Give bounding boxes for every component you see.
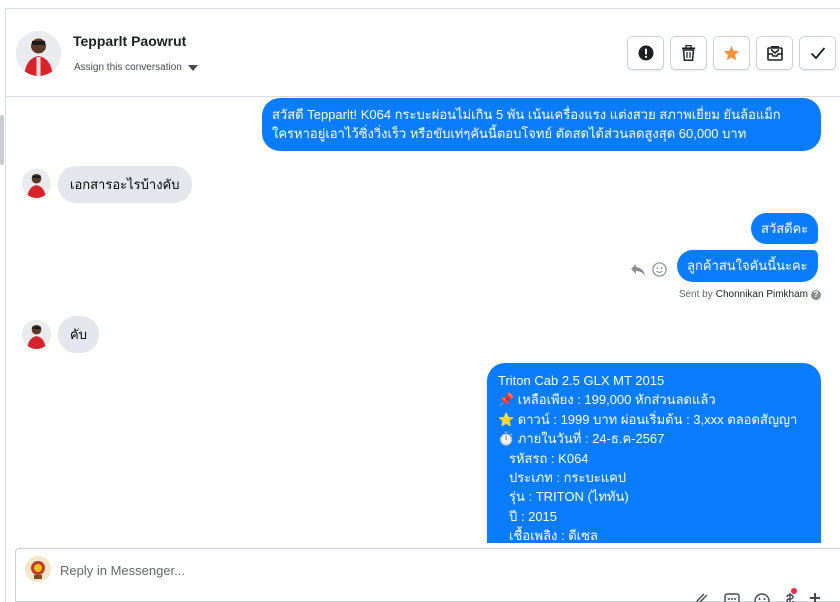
payment-icon[interactable]: [784, 588, 797, 602]
message-outgoing[interactable]: สวัสดี Tepparlt! K064 กระบะผ่อนไม่เกิน 5…: [262, 98, 821, 151]
listing-fuel: เชื้อเพลิง : ดีเซล: [509, 528, 598, 543]
help-icon[interactable]: ?: [811, 289, 821, 300]
composer-tools: [696, 588, 820, 602]
listing-title: Triton Cab 2.5 GLX MT 2015: [498, 373, 665, 388]
message-outgoing-listing[interactable]: Triton Cab 2.5 GLX MT 2015 📌 เหลือเพียง …: [487, 363, 821, 543]
message-hover-actions: [630, 262, 667, 277]
star-button[interactable]: [713, 36, 750, 70]
trash-icon: [682, 45, 695, 61]
sent-by-label: Sent by Chonnikan Pimkham ?: [679, 289, 821, 300]
listing-type: ประเภท : กระบะแคป: [509, 470, 627, 486]
message-text: สวัสดี Tepparlt! K064 กระบะผ่อนไม่เกิน 5…: [272, 107, 781, 122]
caret-down-icon: [187, 64, 198, 71]
done-button[interactable]: [799, 36, 836, 70]
notification-dot: [791, 588, 797, 594]
emoji-icon[interactable]: [754, 592, 770, 602]
listing-deadline: ⏱️ ภายในวันที่ : 24-ธ.ค-2567: [498, 431, 665, 447]
more-tools-icon[interactable]: [810, 592, 820, 602]
checkmark-icon: [810, 47, 825, 60]
page-avatar: [25, 556, 51, 582]
reply-input[interactable]: [60, 563, 660, 578]
listing-year: ปี : 2015: [509, 508, 558, 524]
assign-conversation-dropdown[interactable]: Assign this conversation: [74, 62, 198, 73]
reply-icon[interactable]: [630, 263, 646, 277]
contact-avatar-small[interactable]: [22, 320, 51, 349]
left-scrollbar[interactable]: [0, 115, 4, 165]
listing-price: 📌 เหลือเพียง : 199,000 หักส่วนลดแล้ว: [498, 392, 716, 408]
message-incoming[interactable]: เอกสารอะไรบ้างคับ: [58, 166, 192, 203]
listing-code: รหัสรถ : K064: [509, 450, 589, 466]
listing-down-payment: ⭐ ดาวน์ : 1999 บาท ผ่อนเริ่มต้น : 3,xxx …: [498, 411, 798, 427]
exclamation-icon: [638, 45, 653, 61]
message-text: ใครหาอยู่เอาไว้ซิ่งวิ่งเร็ว หรือขับเท่ๆค…: [272, 126, 747, 141]
emoji-reaction-icon[interactable]: [652, 262, 667, 277]
delete-button[interactable]: [670, 36, 707, 70]
reply-composer: [15, 548, 840, 602]
sender-name: Chonnikan Pimkham: [715, 289, 808, 300]
attachment-icon[interactable]: [696, 592, 710, 602]
header-actions: [627, 36, 836, 70]
saved-replies-icon[interactable]: [724, 592, 740, 602]
sent-by-prefix: Sent by: [678, 289, 713, 300]
message-outgoing[interactable]: ลูกค้าสนใจคันนี้นะคะ: [677, 250, 818, 282]
star-icon: [723, 45, 740, 61]
archive-button[interactable]: [756, 36, 793, 70]
contact-avatar[interactable]: [16, 31, 61, 76]
listing-model: รุ่น : TRITON (ไททัน): [509, 489, 629, 505]
message-outgoing[interactable]: สวัสดีคะ: [751, 213, 819, 244]
assign-label: Assign this conversation: [74, 62, 182, 73]
contact-name: Tepparlt Paowrut: [73, 33, 187, 49]
message-incoming[interactable]: คับ: [58, 316, 99, 353]
mail-archive-icon: [766, 46, 783, 61]
contact-avatar-small[interactable]: [22, 169, 51, 198]
spam-button[interactable]: [627, 36, 664, 70]
conversation-header: Tepparlt Paowrut Assign this conversatio…: [5, 9, 840, 97]
